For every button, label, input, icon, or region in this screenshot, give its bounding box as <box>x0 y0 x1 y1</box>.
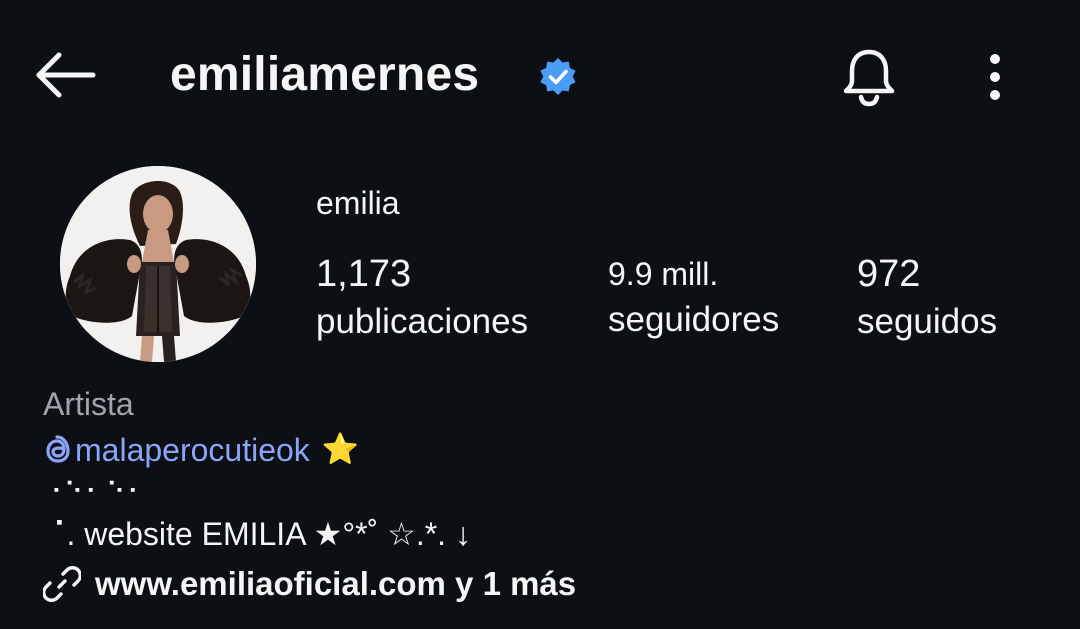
more-options-button[interactable] <box>965 46 1025 108</box>
threads-profile-link[interactable]: malaperocutieok ⭐ <box>43 428 359 472</box>
followers-count: 9.9 mill. <box>608 256 719 292</box>
verified-badge-icon <box>540 58 576 95</box>
profile-header: emiliamernes <box>0 0 1080 150</box>
bio-line-1: ⠐⠑⠂⠑⠂ <box>43 477 149 507</box>
following-count: 972 <box>857 253 921 295</box>
following-label: seguidos <box>857 302 998 341</box>
posts-count: 1,173 <box>316 253 412 295</box>
threads-icon <box>46 435 70 463</box>
website-link[interactable]: www.emiliaoficial.com y 1 más <box>43 562 576 606</box>
followers-label: seguidores <box>608 300 780 339</box>
website-url: www.emiliaoficial.com y 1 más <box>95 565 577 602</box>
bio-line-2: ⠈. website EMILIA ★°*˚ ☆.*. ↓ <box>43 516 471 552</box>
profile-avatar[interactable] <box>60 166 256 362</box>
posts-label: publicaciones <box>316 302 529 341</box>
following-stat[interactable]: 972 seguidos <box>857 250 997 346</box>
posts-stat[interactable]: 1,173 publicaciones <box>316 250 528 346</box>
bell-icon <box>843 49 895 107</box>
star-emoji: ⭐ <box>321 433 360 466</box>
threads-handle: malaperocutieok <box>75 432 310 468</box>
link-icon <box>43 566 81 602</box>
back-button[interactable] <box>30 42 100 108</box>
followers-stat[interactable]: 9.9 mill. seguidores <box>608 252 779 344</box>
profile-display-name: emilia <box>316 185 400 221</box>
profile-username: emiliamernes <box>170 48 480 101</box>
notifications-button[interactable] <box>832 40 906 114</box>
back-arrow-icon <box>36 52 96 98</box>
profile-category: Artista <box>43 386 134 422</box>
avatar-photo <box>60 166 256 362</box>
more-vertical-icon <box>990 54 1000 100</box>
